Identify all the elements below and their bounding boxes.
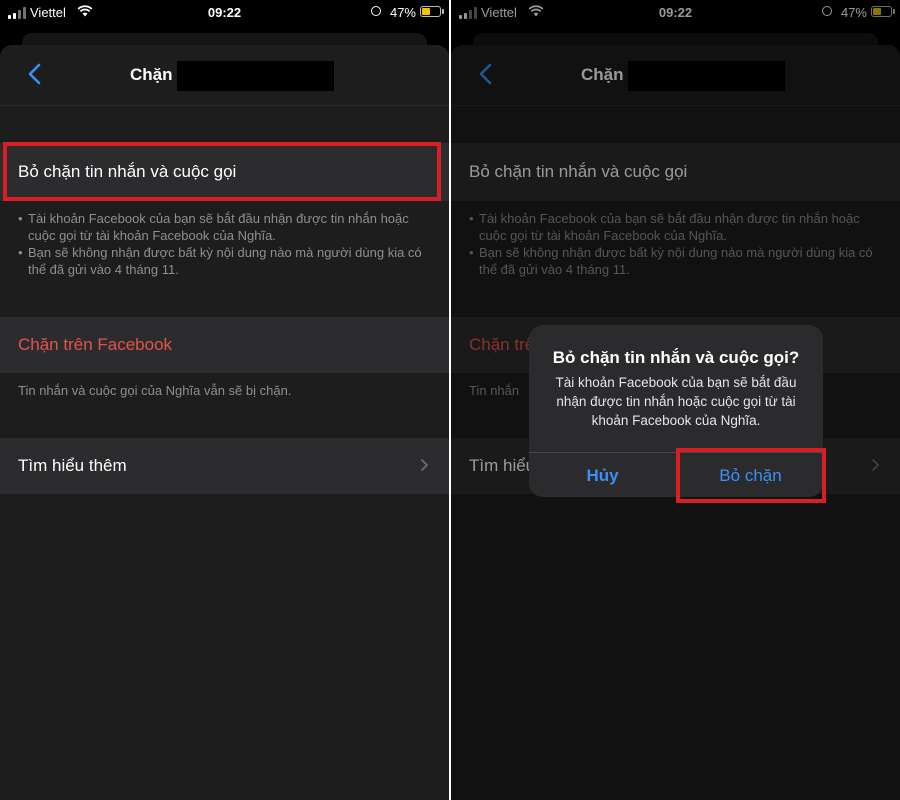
battery-percent: 47%: [389, 5, 416, 20]
status-bar: Viettel 09:22 47%: [0, 0, 449, 26]
cancel-button[interactable]: Hủy: [529, 453, 676, 497]
nav-bar: Chặn: [0, 45, 449, 106]
right-screen: Viettel 09:22 47% Chặn Bỏ chặn tin nhắn …: [451, 0, 900, 800]
alert-title: Bỏ chặn tin nhắn và cuộc gọi?: [552, 348, 800, 367]
unblock-notes: Tài khoản Facebook của bạn sẽ bắt đầu nh…: [18, 210, 435, 278]
block-facebook-note: Tin nhắn và cuộc gọi của Nghĩa vẫn sẽ bị…: [18, 383, 292, 398]
learn-more-cell[interactable]: Tìm hiểu thêm: [0, 438, 449, 494]
chevron-right-icon: [420, 458, 429, 472]
redacted-name: [177, 61, 334, 91]
page-title: Chặn: [130, 65, 173, 84]
unblock-note-item: Bạn sẽ không nhận được bất kỳ nội dung n…: [18, 244, 435, 278]
unblock-note-item: Tài khoản Facebook của bạn sẽ bắt đầu nh…: [18, 210, 435, 244]
learn-more-label: Tìm hiểu thêm: [18, 456, 127, 475]
battery-icon: [420, 6, 441, 17]
settings-sheet: Chặn Bỏ chặn tin nhắn và cuộc gọi Tài kh…: [0, 45, 449, 800]
highlight-frame: [676, 448, 826, 503]
highlight-frame: [3, 142, 441, 201]
block-on-facebook-cell[interactable]: Chặn trên Facebook: [0, 317, 449, 373]
block-facebook-label: Chặn trên Facebook: [18, 335, 173, 354]
left-screen: Viettel 09:22 47% Chặn Bỏ chặn tin nhắn …: [0, 0, 449, 800]
rotation-lock-icon: [371, 6, 381, 16]
clock: 09:22: [207, 5, 242, 20]
battery-fill: [422, 8, 430, 15]
alert-message: Tài khoản Facebook của bạn sẽ bắt đầu nh…: [555, 375, 797, 428]
back-chevron-icon[interactable]: [24, 62, 48, 86]
